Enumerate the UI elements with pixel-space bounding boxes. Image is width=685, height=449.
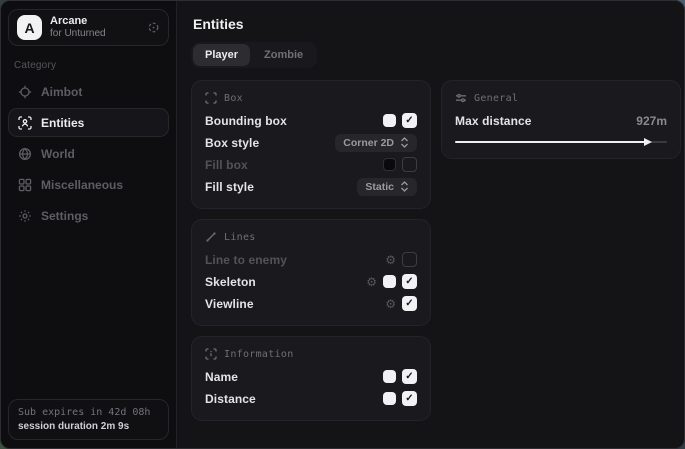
app-identity: Arcane for Unturned [50,15,139,39]
box-style-dropdown[interactable]: Corner 2D [335,134,417,152]
page-title: Entities [193,16,681,32]
fill-style-value: Static [365,181,394,193]
general-card-title: General [474,93,518,104]
sub-expiry-text: Sub expires in 42d 08h [18,407,159,418]
main-panel: Entities Player Zombie Box Bounding box [177,1,685,448]
session-duration-text: session duration 2m 9s [18,421,159,432]
category-label: Category [14,60,163,71]
max-distance-slider-fill[interactable] [455,141,646,143]
distance-row: Distance [205,388,417,409]
app-logo: A [17,15,42,40]
fill-box-label: Fill box [205,158,377,172]
gear-icon [18,209,32,223]
person-scan-icon [18,116,32,130]
sidebar: A Arcane for Unturned Category Aimbot [1,1,177,448]
fill-box-color-swatch[interactable] [383,158,396,171]
content-columns: Box Bounding box Box style Corner 2D [191,80,681,421]
left-column: Box Bounding box Box style Corner 2D [191,80,431,421]
unfold-icon [400,137,409,148]
tab-zombie[interactable]: Zombie [252,44,315,66]
fill-box-row: Fill box [205,154,417,175]
sidebar-item-label: Miscellaneous [41,178,123,192]
viewline-settings-icon[interactable]: ⚙ [385,298,396,310]
sidebar-item-aimbot[interactable]: Aimbot [8,77,169,106]
bounding-box-label: Bounding box [205,114,377,128]
sidebar-item-label: Settings [41,209,88,223]
box-style-row: Box style Corner 2D [205,132,417,153]
sidebar-item-miscellaneous[interactable]: Miscellaneous [8,170,169,199]
general-card-header: General [455,92,667,104]
skeleton-settings-icon[interactable]: ⚙ [366,276,377,288]
viewline-row: Viewline ⚙ [205,293,417,314]
sidebar-item-label: Entities [41,116,84,130]
skeleton-checkbox[interactable] [402,274,417,289]
information-card: Information Name Distance [191,336,431,421]
crosshair-icon [18,85,32,99]
grid-icon [18,178,32,192]
name-row: Name [205,366,417,387]
information-card-header: Information [205,348,417,360]
fill-style-dropdown[interactable]: Static [357,178,417,196]
viewline-checkbox[interactable] [402,296,417,311]
distance-color-swatch[interactable] [383,392,396,405]
box-card: Box Bounding box Box style Corner 2D [191,80,431,209]
sidebar-item-settings[interactable]: Settings [8,201,169,230]
sidebar-item-label: World [41,147,75,161]
bounding-box-checkbox[interactable] [402,113,417,128]
name-color-swatch[interactable] [383,370,396,383]
diagonal-line-icon [205,231,217,243]
box-brackets-icon [205,92,217,104]
max-distance-value: 927m [636,114,667,128]
line-to-enemy-row: Line to enemy ⚙ [205,249,417,270]
information-card-title: Information [224,349,294,360]
right-column: General Max distance 927m [441,80,681,159]
globe-icon [18,147,32,161]
sidebar-nav: Aimbot Entities World [8,77,169,230]
subscription-info: Sub expires in 42d 08h session duration … [8,399,169,440]
lines-card: Lines Line to enemy ⚙ Skeleton ⚙ Vi [191,219,431,326]
sidebar-item-world[interactable]: World [8,139,169,168]
unfold-icon [400,181,409,192]
tab-player[interactable]: Player [193,44,250,66]
lines-card-header: Lines [205,231,417,243]
name-label: Name [205,370,377,384]
viewline-label: Viewline [205,297,379,311]
logo-card: A Arcane for Unturned [8,9,169,46]
skeleton-color-swatch[interactable] [383,275,396,288]
info-scan-icon [205,348,217,360]
max-distance-slider[interactable] [455,137,667,147]
line-to-enemy-checkbox[interactable] [402,252,417,267]
fill-box-checkbox[interactable] [402,157,417,172]
fill-style-label: Fill style [205,180,351,194]
lines-card-title: Lines [224,232,256,243]
skeleton-row: Skeleton ⚙ [205,271,417,292]
app-subtitle: for Unturned [50,28,139,40]
app-window: A Arcane for Unturned Category Aimbot [0,0,685,449]
distance-label: Distance [205,392,377,406]
distance-checkbox[interactable] [402,391,417,406]
max-distance-row: Max distance 927m [455,110,667,131]
target-icon[interactable] [147,21,160,34]
name-checkbox[interactable] [402,369,417,384]
fill-style-row: Fill style Static [205,176,417,197]
general-card: General Max distance 927m [441,80,681,159]
bounding-box-row: Bounding box [205,110,417,131]
box-style-value: Corner 2D [343,137,394,149]
box-style-label: Box style [205,136,329,150]
skeleton-label: Skeleton [205,275,360,289]
line-to-enemy-label: Line to enemy [205,253,379,267]
box-card-header: Box [205,92,417,104]
line-to-enemy-settings-icon[interactable]: ⚙ [385,254,396,266]
sidebar-item-entities[interactable]: Entities [8,108,169,137]
bounding-box-color-swatch[interactable] [383,114,396,127]
sliders-icon [455,92,467,104]
sidebar-item-label: Aimbot [41,85,82,99]
box-card-title: Box [224,93,243,104]
max-distance-label: Max distance [455,114,630,128]
entity-tabs: Player Zombie [191,42,317,68]
app-name: Arcane [50,15,139,28]
